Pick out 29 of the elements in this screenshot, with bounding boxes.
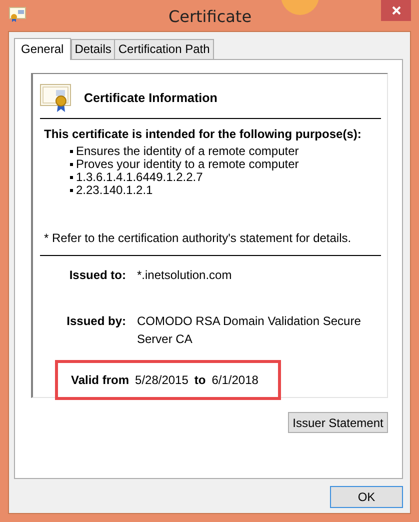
field-value: *.inetsolution.com bbox=[137, 267, 233, 284]
bullet-icon bbox=[70, 163, 73, 166]
certificate-icon bbox=[9, 7, 26, 22]
certificate-icon bbox=[40, 84, 73, 112]
bullet-icon bbox=[70, 189, 73, 192]
window-title: Certificate bbox=[167, 6, 253, 28]
purpose-item: Proves your identity to a remote computer bbox=[76, 158, 299, 171]
note-text: * Refer to the certification authority's statement for details. bbox=[44, 230, 352, 247]
purpose-item: 2.23.140.1.2.1 bbox=[76, 184, 153, 197]
bullet-icon bbox=[70, 150, 73, 153]
bullet-icon bbox=[70, 176, 73, 179]
ok-button[interactable]: OK bbox=[330, 486, 403, 508]
field-label: to bbox=[194, 372, 206, 389]
field-label: Issued to: bbox=[68, 267, 126, 284]
field-value: 6/1/2018 bbox=[212, 372, 258, 389]
field-label: Issued by: bbox=[66, 313, 126, 330]
tab[interactable]: Details bbox=[70, 39, 116, 59]
tab[interactable]: Certification Path bbox=[114, 39, 214, 59]
purpose-item: 1.3.6.1.4.1.6449.1.2.2.7 bbox=[76, 171, 203, 184]
close-icon bbox=[392, 6, 400, 15]
purpose-item: Ensures the identity of a remote computer bbox=[76, 145, 299, 158]
issuer-statement-button[interactable]: Issuer Statement bbox=[288, 412, 388, 433]
field-value: 5/28/2015 bbox=[135, 372, 188, 389]
section-title: Certificate Information bbox=[84, 90, 218, 107]
purposes-heading: This certificate is intended for the following purpose(s): bbox=[44, 126, 362, 143]
field-value: COMODO RSA Domain Validation Secure Server CA bbox=[137, 313, 362, 348]
field-label: Valid from bbox=[71, 372, 130, 389]
close-button[interactable] bbox=[381, 0, 411, 21]
tab[interactable]: General bbox=[14, 38, 71, 60]
